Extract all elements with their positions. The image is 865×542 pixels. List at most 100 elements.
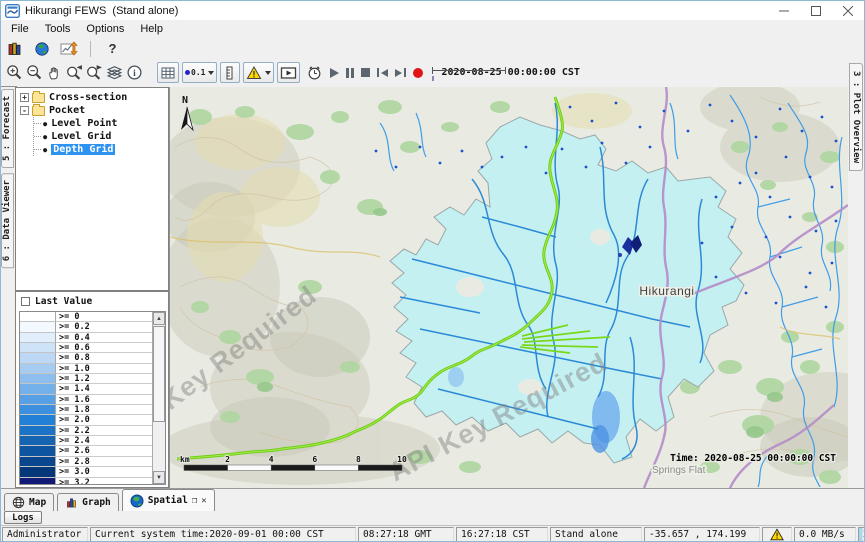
legend-color-swatch	[20, 353, 56, 363]
spatial-map[interactable]: API Key Required API Key Required Hikura…	[169, 87, 848, 488]
database-icon[interactable]	[5, 39, 24, 58]
menu-help[interactable]: Help	[132, 22, 171, 36]
map-time-label: Time: 2020-08-25 00:00:00 CST	[670, 453, 836, 464]
play-button[interactable]	[330, 65, 339, 81]
svg-text:!: !	[253, 69, 256, 79]
status-mode: Stand alone	[550, 527, 642, 542]
tab-map[interactable]: Map	[4, 493, 54, 511]
legend-rows: >= 0>= 0.2>= 0.4>= 0.6>= 0.8>= 1.0>= 1.2…	[20, 312, 153, 484]
expander-icon[interactable]: +	[20, 93, 29, 102]
legend-row: >= 0	[20, 312, 153, 322]
legend-threshold-label: >= 2.6	[56, 446, 153, 456]
tree-node-level-point[interactable]: ● Level Point	[34, 117, 168, 130]
status-local-time: 16:27:18 CST	[456, 527, 548, 542]
menu-tools[interactable]: Tools	[37, 22, 79, 36]
legend-threshold-label: >= 2.8	[56, 457, 153, 467]
tree-node-label[interactable]: Cross-section	[49, 92, 127, 103]
legend-threshold-label: >= 1.8	[56, 405, 153, 415]
status-download-rate: 0.0 MB/s	[794, 527, 856, 542]
menu-bar: File Tools Options Help	[1, 20, 864, 38]
layers-icon[interactable]	[106, 63, 123, 82]
status-bar: Administrator Current system time:2020-0…	[1, 525, 864, 542]
stop-button[interactable]	[361, 65, 370, 81]
contour-interval-value: 0.1	[191, 68, 205, 77]
legend-row: >= 2.4	[20, 436, 153, 446]
tree-node-depth-grid[interactable]: ● Depth Grid	[34, 143, 168, 156]
time-slider-track[interactable]	[432, 67, 506, 74]
restore-panel-icon[interactable]: ❒	[192, 496, 197, 506]
profile-ruler-button[interactable]	[220, 62, 240, 83]
pause-button[interactable]	[346, 65, 354, 81]
tab-data-viewer[interactable]: 6 : Data Viewer	[1, 173, 14, 268]
legend-row: >= 2.8	[20, 457, 153, 467]
legend-row: >= 1.6	[20, 395, 153, 405]
tree-node-label-selected[interactable]: Depth Grid	[51, 144, 115, 155]
logs-button[interactable]: Logs	[4, 511, 42, 524]
tree-node-level-grid[interactable]: ● Level Grid	[34, 130, 168, 143]
scroll-up-icon[interactable]: ▲	[153, 312, 165, 325]
legend-color-swatch	[20, 467, 56, 477]
folder-icon	[32, 93, 45, 103]
tree-node-label[interactable]: Level Point	[51, 118, 117, 129]
help-icon[interactable]: ?	[103, 39, 122, 58]
svg-text:8: 8	[356, 455, 361, 464]
svg-text:N: N	[182, 95, 188, 106]
legend-threshold-label: >= 1.0	[56, 364, 153, 374]
left-tab-strip: 5 : Forecast 6 : Data Viewer	[1, 87, 15, 488]
chart-export-icon[interactable]	[59, 39, 78, 58]
scroll-down-icon[interactable]: ▼	[153, 471, 165, 484]
svg-text:i: i	[133, 68, 136, 79]
record-button[interactable]	[413, 65, 423, 81]
tab-graph[interactable]: Graph	[57, 493, 119, 511]
skip-to-start-button[interactable]	[377, 65, 388, 81]
zoom-previous-icon[interactable]	[66, 63, 83, 82]
chevron-down-icon	[265, 71, 271, 75]
zoom-next-icon[interactable]	[86, 63, 103, 82]
tab-spatial[interactable]: Spatial ❒ ✕	[122, 489, 215, 511]
legend-row: >= 2.2	[20, 426, 153, 436]
info-icon[interactable]: i	[126, 63, 143, 82]
animation-button[interactable]	[277, 62, 300, 83]
tab-forecast[interactable]: 5 : Forecast	[1, 89, 14, 168]
tree-children: ● Level Point ● Level Grid ● Depth Grid	[33, 117, 168, 156]
time-slider-range-bar[interactable]	[432, 76, 434, 81]
last-value-checkbox[interactable]	[21, 297, 30, 306]
grid-display-button[interactable]	[157, 62, 179, 83]
tab-plot-overview[interactable]: 3 : Plot Overview	[849, 63, 863, 171]
status-warning[interactable]: !	[762, 527, 792, 542]
node-bullet-icon: ●	[43, 120, 47, 128]
tree-node-cross-section[interactable]: + Cross-section	[20, 91, 168, 104]
tab-graph-label: Graph	[82, 497, 111, 508]
minimize-button[interactable]	[768, 1, 800, 20]
skip-to-end-button[interactable]	[395, 65, 406, 81]
tree-node-label[interactable]: Level Grid	[51, 131, 111, 142]
legend-row: >= 0.2	[20, 322, 153, 332]
warnings-dropdown[interactable]: !	[243, 62, 274, 83]
timer-icon[interactable]	[306, 63, 323, 82]
legend-threshold-label: >= 1.6	[56, 395, 153, 405]
maximize-button[interactable]	[800, 1, 832, 20]
contour-interval-dropdown[interactable]: 0.1	[182, 62, 217, 83]
pan-hand-icon[interactable]	[46, 63, 63, 82]
main-toolbar: ?	[1, 38, 864, 59]
legend-threshold-label: >= 1.4	[56, 384, 153, 394]
expander-icon[interactable]: -	[20, 106, 29, 115]
menu-options[interactable]: Options	[78, 22, 132, 36]
zoom-in-icon[interactable]	[6, 63, 23, 82]
status-coordinates: -35.657 , 174.199	[644, 527, 760, 542]
legend-color-swatch	[20, 457, 56, 467]
legend-row: >= 1.4	[20, 384, 153, 394]
legend-threshold-label: >= 3.0	[56, 467, 153, 477]
tree-node-label[interactable]: Pocket	[49, 105, 85, 116]
globe-icon[interactable]	[32, 39, 51, 58]
zoom-out-icon[interactable]	[26, 63, 43, 82]
menu-file[interactable]: File	[3, 22, 37, 36]
legend-scrollbar[interactable]: ▲ ▼	[152, 312, 165, 484]
tree-node-pocket[interactable]: - Pocket	[20, 104, 168, 117]
legend-threshold-label: >= 0.2	[56, 322, 153, 332]
close-button[interactable]	[832, 1, 864, 20]
filter-tree-panel: + Cross-section - Pocket ● Level Point ●…	[15, 87, 169, 291]
svg-text:km: km	[180, 455, 190, 464]
close-panel-icon[interactable]: ✕	[201, 496, 206, 506]
scrollbar-thumb[interactable]	[153, 326, 165, 422]
